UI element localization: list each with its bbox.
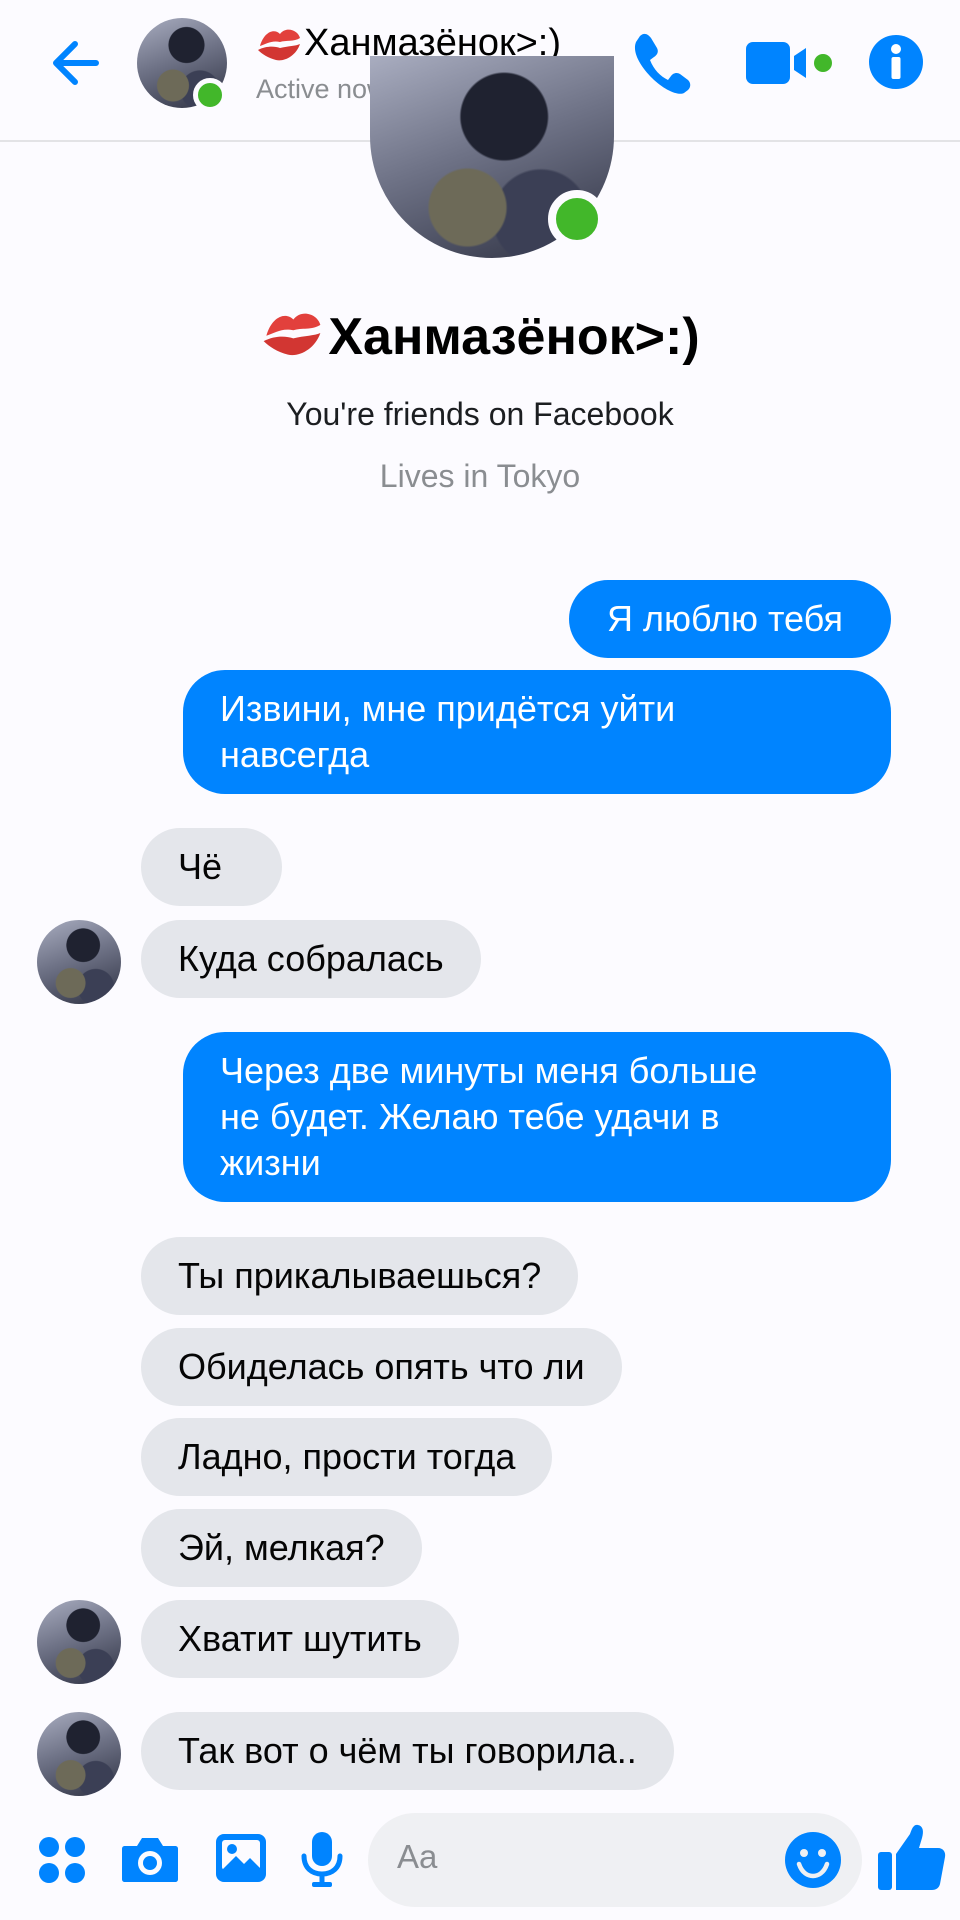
contact-status: Active now — [256, 74, 387, 104]
back-arrow-icon — [53, 41, 99, 85]
like-button[interactable] — [876, 1822, 948, 1899]
sender-avatar[interactable] — [37, 1600, 121, 1684]
message-bubble-incoming[interactable]: Ты прикалываешься? — [141, 1237, 579, 1315]
kiss-mark-icon — [263, 313, 321, 356]
message-bubble-incoming[interactable]: Хватит шутить — [141, 1600, 459, 1678]
header-avatar[interactable] — [137, 18, 227, 112]
apps-icon — [39, 1837, 85, 1883]
message-bubble-incoming[interactable]: Обиделась опять что ли — [141, 1328, 622, 1406]
kiss-mark-icon — [258, 29, 300, 61]
info-button[interactable] — [868, 34, 924, 90]
message-bubble-outgoing[interactable]: Через две минуты меня больше не будет. Ж… — [183, 1032, 891, 1202]
voice-message-button[interactable] — [300, 1830, 344, 1893]
video-call-button[interactable] — [744, 38, 834, 88]
apps-button[interactable] — [38, 1836, 86, 1889]
info-icon — [869, 35, 923, 89]
message-input-placeholder: Aa — [397, 1838, 438, 1875]
sender-avatar[interactable] — [37, 920, 121, 1004]
thumbs-up-icon — [878, 1824, 946, 1890]
message-bubble-incoming[interactable]: Куда собралась — [141, 920, 481, 998]
back-button[interactable] — [46, 34, 104, 92]
profile-lives-text: Lives in Tokyo — [379, 458, 581, 494]
online-indicator — [193, 78, 227, 112]
emoji-icon — [785, 1832, 841, 1888]
sender-avatar[interactable] — [37, 1712, 121, 1796]
message-bubble-incoming[interactable]: Эй, мелкая? — [141, 1509, 422, 1587]
video-camera-icon — [746, 42, 832, 84]
gallery-button[interactable] — [214, 1832, 268, 1889]
message-bubble-incoming[interactable]: Чё — [141, 828, 283, 906]
message-bubble-incoming[interactable]: Так вот о чём ты говорила.. — [141, 1712, 674, 1790]
voice-call-button[interactable] — [630, 30, 692, 94]
message-bubble-outgoing[interactable]: Я люблю тебя — [568, 580, 891, 658]
gallery-icon — [216, 1834, 266, 1882]
microphone-icon — [301, 1832, 343, 1887]
emoji-button[interactable] — [784, 1831, 842, 1894]
message-bubble-outgoing[interactable]: Извини, мне придётся уйти навсегда — [183, 670, 891, 794]
profile-name: Ханмазёнок>:) — [0, 306, 960, 367]
camera-button[interactable] — [121, 1834, 179, 1889]
profile-name-text: Ханмазёнок>:) — [328, 308, 700, 366]
camera-icon — [122, 1838, 178, 1882]
message-bubble-incoming[interactable]: Ладно, прости тогда — [141, 1418, 553, 1496]
phone-icon — [634, 33, 691, 94]
profile-friends-text: You're friends on Facebook — [286, 396, 674, 432]
profile-online-indicator — [548, 190, 606, 248]
